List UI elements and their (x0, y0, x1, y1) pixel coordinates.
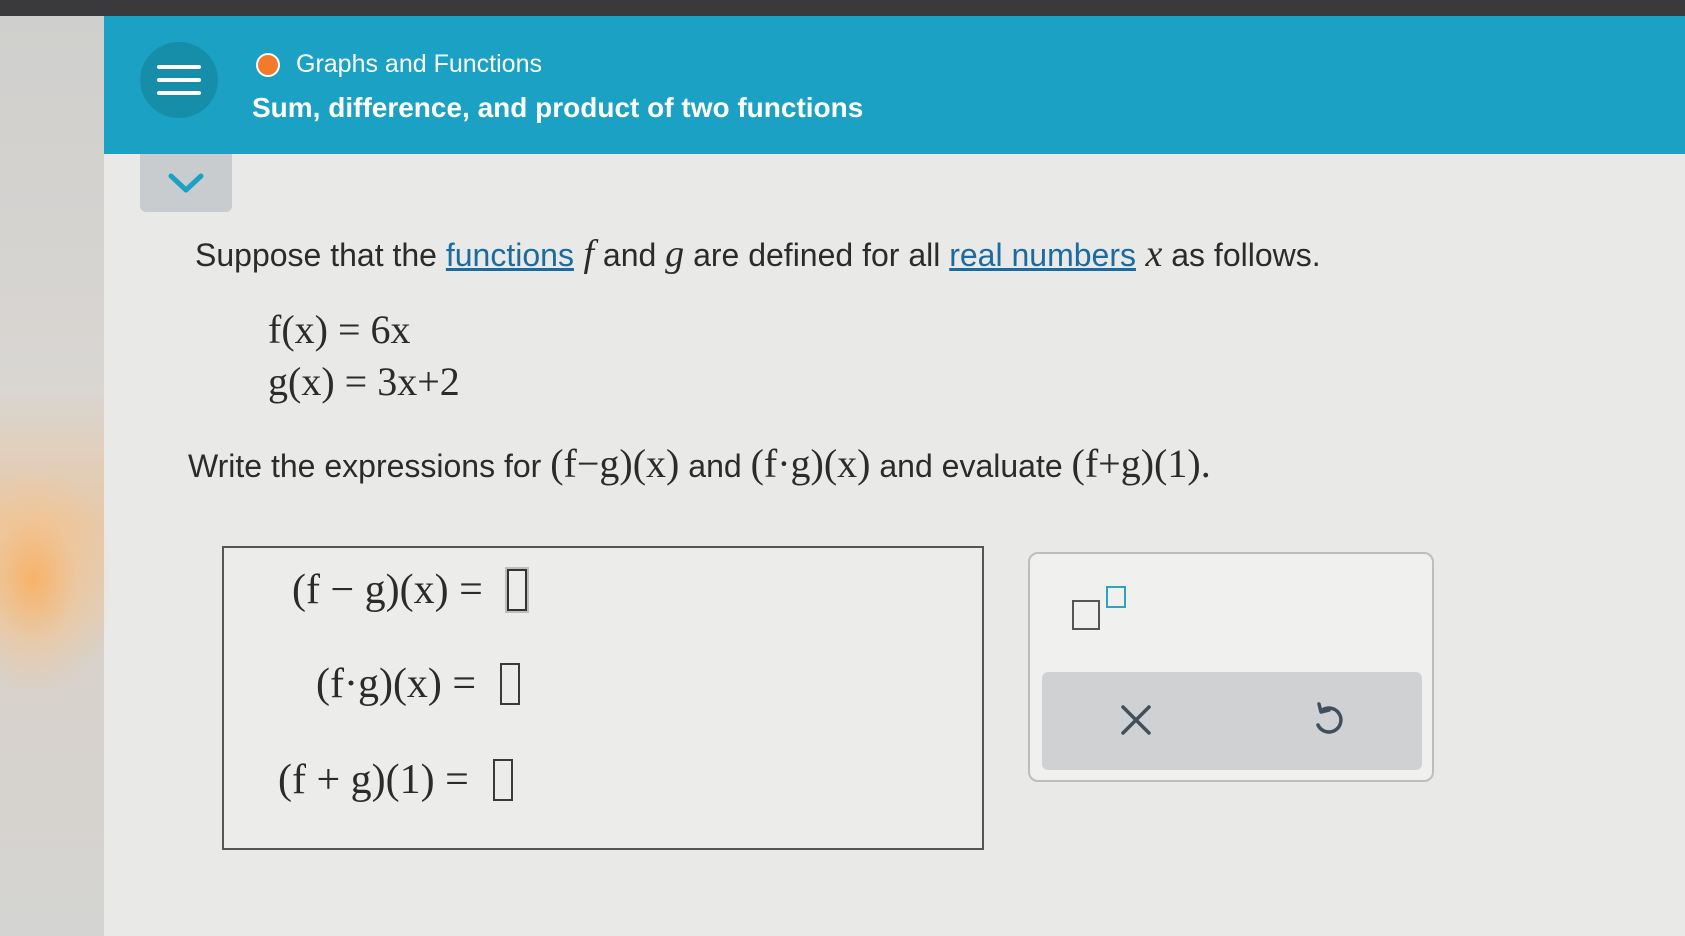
superscript-box-icon (1072, 600, 1100, 630)
answer-label: (f + g)(1) = (278, 757, 469, 803)
var-g: g (665, 233, 685, 275)
problem-intro: Suppose that the functions f and g are d… (195, 232, 1321, 276)
menu-icon-bar (157, 91, 201, 95)
answer-label: (f − g)(x) = (292, 567, 483, 613)
intro-text: are defined for all (684, 237, 950, 273)
superscript-slot-icon (1106, 586, 1126, 608)
answer-row: (f + g)(1) = (278, 756, 513, 804)
topic-header (104, 16, 1685, 154)
menu-icon-bar (157, 78, 201, 82)
task-text: . (1200, 441, 1211, 486)
exponent-button[interactable] (1072, 584, 1136, 640)
task-statement: Write the expressions for (f−g)(x) and (… (188, 440, 1211, 487)
menu-button[interactable] (140, 42, 218, 118)
undo-button[interactable] (1298, 690, 1358, 750)
functions-link[interactable]: functions (446, 237, 574, 273)
intro-text: and (594, 237, 666, 273)
var-f: f (583, 233, 594, 275)
task-text: Write the expressions for (188, 448, 551, 484)
task-text: and evaluate (870, 448, 1072, 484)
subtopic-title: Sum, difference, and product of two func… (252, 92, 864, 123)
task-text: and (679, 448, 751, 484)
answer-label: (f·g)(x) = (316, 661, 477, 707)
screen-glare (0, 470, 110, 690)
answer-input[interactable] (500, 663, 521, 705)
screen-bezel (0, 0, 1685, 16)
undo-icon (1316, 702, 1343, 734)
math-toolbar (1028, 552, 1434, 782)
answer-input[interactable] (492, 759, 513, 801)
action-bar (1042, 672, 1422, 770)
collapse-toggle[interactable] (140, 154, 232, 212)
answer-input[interactable] (506, 569, 527, 611)
task-expression: (f·g)(x) (750, 441, 871, 486)
answer-box: (f − g)(x) = (f·g)(x) = (f + g)(1) = (222, 546, 984, 850)
real-numbers-link[interactable]: real numbers (949, 237, 1136, 273)
task-expression: (f+g)(1) (1071, 441, 1201, 486)
definition-g: g(x) = 3x+2 (268, 359, 460, 404)
task-expression: (f−g)(x) (550, 441, 680, 486)
menu-icon-bar (157, 65, 201, 69)
clear-button[interactable] (1106, 690, 1166, 750)
intro-text: as follows. (1162, 237, 1321, 273)
status-dot-icon (256, 53, 280, 77)
var-x: x (1145, 233, 1163, 275)
answer-row: (f − g)(x) = (292, 566, 527, 614)
intro-text: Suppose that the (195, 237, 446, 273)
answer-row: (f·g)(x) = (316, 660, 521, 708)
definition-f: f(x) = 6x (268, 307, 411, 352)
chevron-down-icon (168, 173, 204, 193)
topic-title: Graphs and Functions (296, 50, 542, 78)
x-icon (1121, 705, 1151, 735)
